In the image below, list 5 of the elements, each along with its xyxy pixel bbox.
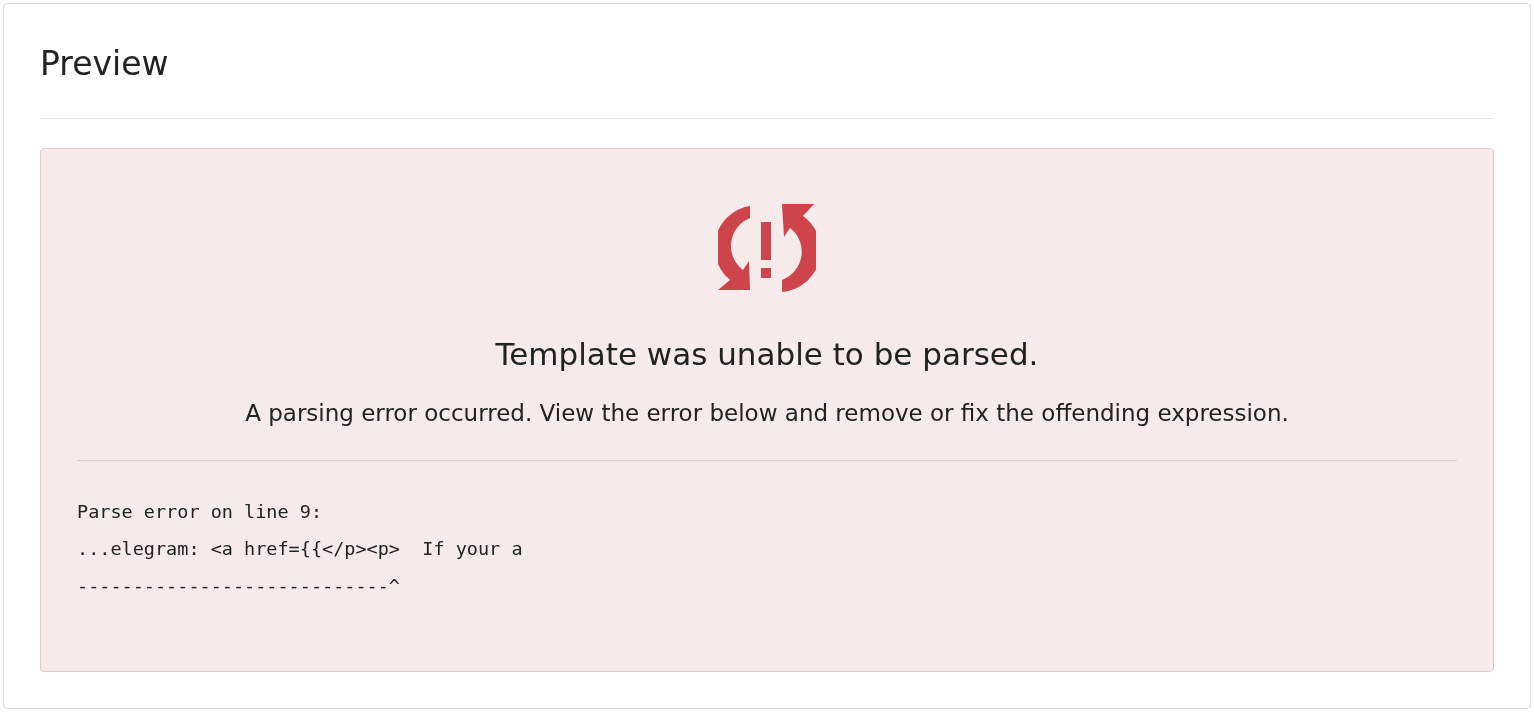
- error-sync-icon: [718, 204, 816, 294]
- panel-title: Preview: [40, 40, 1494, 119]
- error-message: A parsing error occurred. View the error below and remove or fix the offending expression.: [245, 399, 1289, 428]
- error-heading: Template was unable to be parsed.: [495, 335, 1039, 374]
- error-details: Parse error on line 9: ...elegram: <a href={{</p><p> If your a ----------------------------^: [77, 500, 524, 598]
